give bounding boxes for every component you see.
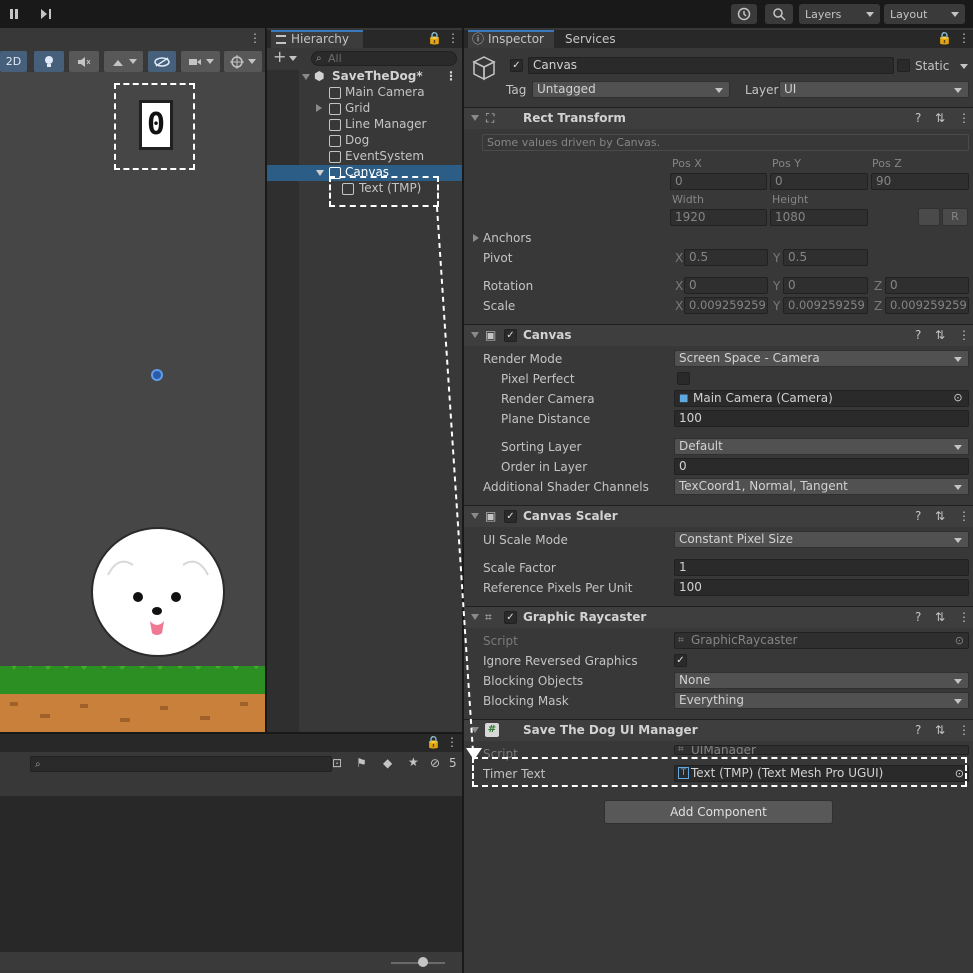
connector-arrow (436, 206, 482, 760)
